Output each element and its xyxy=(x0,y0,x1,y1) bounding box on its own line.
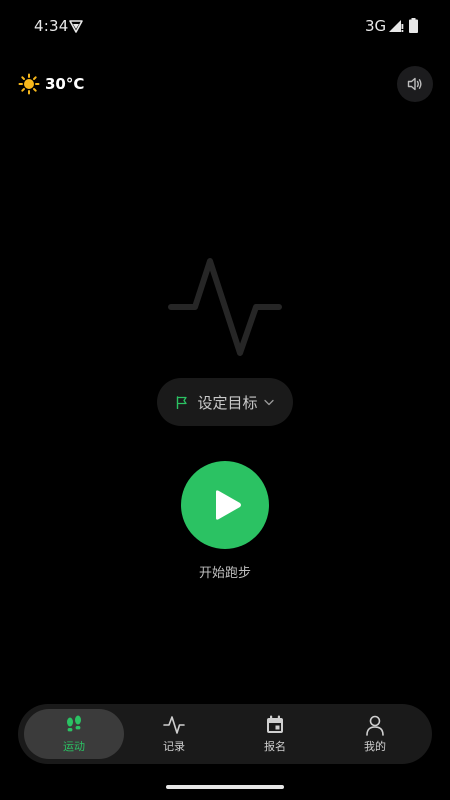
set-goal-button[interactable]: 设定目标 xyxy=(157,378,293,426)
set-goal-label: 设定目标 xyxy=(197,393,258,412)
chevron-down-icon xyxy=(263,399,274,405)
nav-tab-profile[interactable]: 我的 xyxy=(325,709,425,759)
nav-tab-records[interactable]: 记录 xyxy=(124,709,224,759)
nav-tab-sport[interactable]: 运动 xyxy=(24,709,124,759)
battery-icon xyxy=(409,18,418,33)
nav-tab-signup[interactable]: 报名 xyxy=(225,709,325,759)
footprints-icon xyxy=(67,715,81,732)
play-icon xyxy=(216,490,241,520)
bottom-navigation: 运动 记录 报名 我的 xyxy=(18,704,432,764)
weather-widget: 30°C xyxy=(18,72,84,96)
status-bar: 4:34 3G xyxy=(0,0,450,52)
home-indicator[interactable] xyxy=(166,785,284,789)
network-type: 3G xyxy=(365,17,387,35)
start-running-button[interactable] xyxy=(181,461,269,549)
speaker-icon xyxy=(407,77,422,91)
activity-icon xyxy=(163,716,185,734)
nav-label-sport: 运动 xyxy=(63,740,85,753)
vpn-icon xyxy=(69,20,83,33)
user-icon xyxy=(366,715,384,736)
pulse-icon xyxy=(168,258,282,356)
flag-icon xyxy=(177,395,188,409)
start-running-label: 开始跑步 xyxy=(198,566,251,581)
signal-icon xyxy=(389,20,404,32)
temperature: 30°C xyxy=(45,75,85,93)
nav-label-records: 记录 xyxy=(163,740,185,753)
sound-toggle-button[interactable] xyxy=(397,66,433,102)
sun-icon xyxy=(18,73,40,95)
nav-label-signup: 报名 xyxy=(264,740,286,753)
nav-label-profile: 我的 xyxy=(364,740,386,753)
running-home-screen: 4:34 3G 30°C 设定目标 开始跑步 运动 记录 报名 我的 xyxy=(0,0,450,800)
calendar-icon xyxy=(267,715,283,733)
status-time: 4:34 xyxy=(34,17,69,35)
